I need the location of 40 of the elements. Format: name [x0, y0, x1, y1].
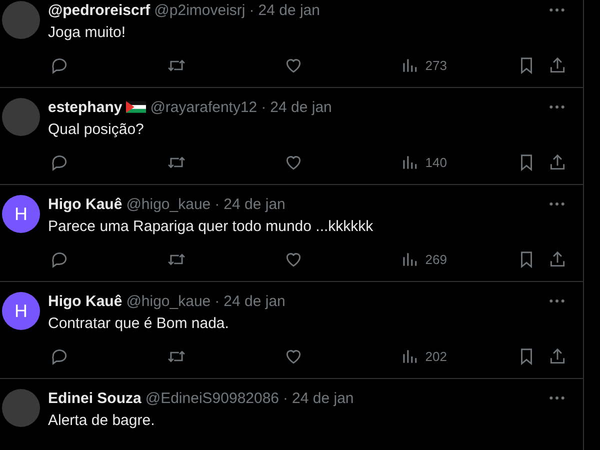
reply-icon[interactable]: [50, 346, 69, 366]
user-name[interactable]: estephany: [48, 98, 122, 116]
timestamp[interactable]: 24 de jan: [224, 292, 286, 310]
tweet-text: Alerta de bagre.: [48, 411, 156, 431]
view-count: 202: [425, 348, 447, 364]
user-handle[interactable]: @higo_kaue: [126, 196, 211, 212]
separator: ·: [261, 98, 266, 116]
tweet-text: Parece uma Rapariga quer todo mundo ...kkkkkk: [48, 217, 374, 237]
avatar[interactable]: H: [2, 292, 40, 330]
user-name[interactable]: Edinei Souza: [48, 390, 142, 406]
user-handle[interactable]: @rayarafenty12: [150, 98, 258, 116]
user-name[interactable]: Higo Kauê: [48, 196, 122, 212]
separator: ·: [283, 390, 288, 406]
reply-icon[interactable]: [50, 56, 69, 74]
share-icon[interactable]: [548, 250, 567, 268]
share-icon[interactable]: [548, 346, 567, 366]
separator: ·: [214, 292, 220, 310]
user-handle[interactable]: @higo_kaue: [126, 292, 211, 310]
tweet-text: Contratar que é Bom nada.: [48, 314, 230, 334]
view-count: 273: [425, 58, 447, 72]
view-count: 140: [425, 154, 447, 170]
user-name[interactable]: Higo Kauê: [48, 292, 122, 310]
reply-icon[interactable]: [50, 250, 69, 268]
tweet-text: Qual posição?: [48, 120, 145, 140]
timestamp[interactable]: 24 de jan: [258, 2, 320, 18]
timestamp[interactable]: 24 de jan: [292, 390, 354, 406]
user-name[interactable]: @pedroreiscrf: [48, 2, 150, 18]
timestamp[interactable]: 24 de jan: [224, 196, 286, 212]
share-icon[interactable]: [548, 56, 567, 74]
separator: ·: [249, 2, 254, 18]
share-icon[interactable]: [548, 152, 567, 172]
tweet-text: Joga muito!: [48, 23, 127, 43]
timestamp[interactable]: 24 de jan: [270, 98, 332, 116]
flag-icon: [126, 101, 146, 113]
user-handle[interactable]: @EdineiS90982086: [145, 390, 280, 406]
user-handle[interactable]: @p2imoveisrj: [154, 2, 246, 18]
view-count: 269: [425, 252, 447, 266]
separator: ·: [214, 196, 220, 212]
reply-icon[interactable]: [50, 152, 69, 172]
avatar[interactable]: H: [2, 195, 40, 233]
